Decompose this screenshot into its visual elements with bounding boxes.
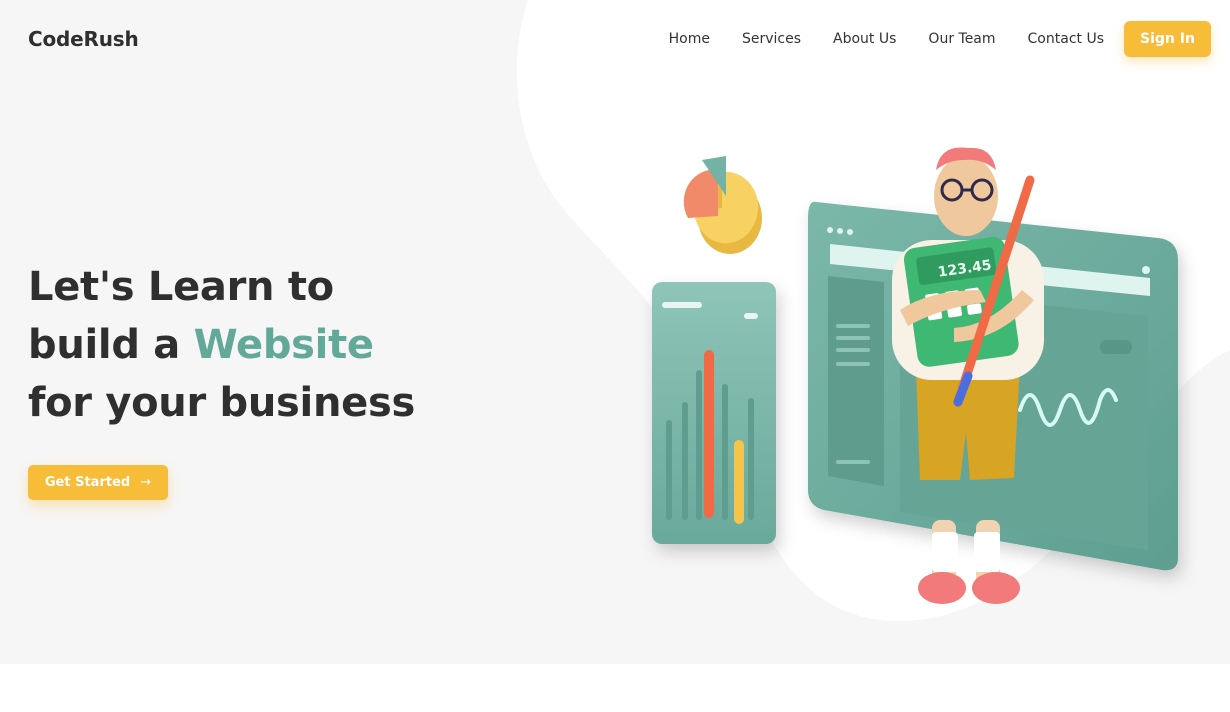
main-nav: Home Services About Us Our Team Contact … [669, 21, 1211, 57]
hero-section: CodeRush Home Services About Us Our Team… [0, 0, 1230, 664]
headline-line-2-prefix: build a [28, 322, 194, 368]
arrow-right-icon: → [140, 475, 152, 490]
headline-accent-word: Website [193, 322, 374, 368]
bar-chart-panel [652, 282, 776, 544]
get-started-button[interactable]: Get Started → [28, 465, 168, 500]
sign-in-button[interactable]: Sign In [1124, 21, 1211, 57]
headline-line-3: for your business [28, 380, 415, 426]
pie-chart-graphic [683, 156, 762, 254]
nav-home[interactable]: Home [669, 31, 710, 47]
nav-services[interactable]: Services [742, 31, 801, 47]
brand-logo[interactable]: CodeRush [28, 27, 139, 51]
nav-our-team[interactable]: Our Team [928, 31, 995, 47]
hero-headline: Let's Learn to build a Website for your … [28, 258, 448, 432]
headline-line-1: Let's Learn to [28, 264, 334, 310]
nav-contact-us[interactable]: Contact Us [1028, 31, 1104, 47]
get-started-label: Get Started [44, 475, 131, 490]
nav-about-us[interactable]: About Us [833, 31, 896, 47]
hero-illustration: 123.45 [652, 147, 1178, 604]
